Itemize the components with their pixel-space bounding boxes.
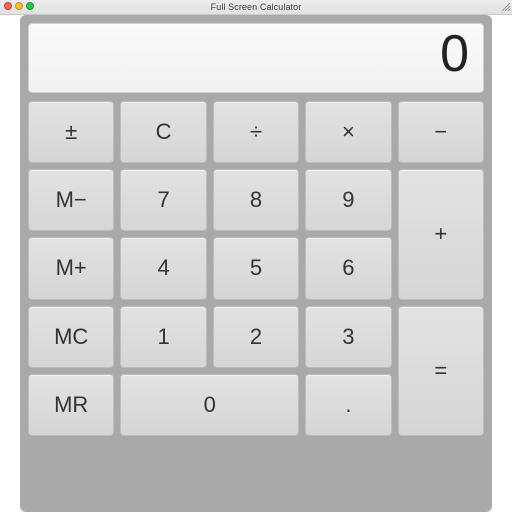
divide-button[interactable]: ÷	[213, 101, 299, 163]
plus-minus-button[interactable]: ±	[28, 101, 114, 163]
display-value: 0	[440, 28, 469, 80]
two-button[interactable]: 2	[213, 306, 299, 368]
eight-button[interactable]: 8	[213, 169, 299, 231]
calculator-body: 0 ± C ÷ × − M− 7 8 9 + M+ 4 5 6 MC 1 2 3…	[20, 15, 492, 512]
multiply-button[interactable]: ×	[305, 101, 391, 163]
minimize-icon[interactable]	[15, 2, 23, 10]
zoom-icon[interactable]	[26, 2, 34, 10]
zero-button[interactable]: 0	[120, 374, 299, 436]
plus-button[interactable]: +	[398, 169, 484, 299]
one-button[interactable]: 1	[120, 306, 206, 368]
calculator-window: Full Screen Calculator 0 ± C ÷ × − M− 7 …	[0, 0, 512, 512]
display: 0	[28, 23, 484, 93]
memory-plus-button[interactable]: M+	[28, 237, 114, 299]
decimal-button[interactable]: .	[305, 374, 391, 436]
resize-grip-icon[interactable]	[502, 3, 510, 11]
memory-minus-button[interactable]: M−	[28, 169, 114, 231]
equals-button[interactable]: =	[398, 306, 484, 436]
clear-button[interactable]: C	[120, 101, 206, 163]
three-button[interactable]: 3	[305, 306, 391, 368]
minus-button[interactable]: −	[398, 101, 484, 163]
close-icon[interactable]	[4, 2, 12, 10]
five-button[interactable]: 5	[213, 237, 299, 299]
memory-clear-button[interactable]: MC	[28, 306, 114, 368]
window-controls	[4, 2, 34, 10]
memory-recall-button[interactable]: MR	[28, 374, 114, 436]
titlebar: Full Screen Calculator	[0, 0, 512, 15]
keypad: ± C ÷ × − M− 7 8 9 + M+ 4 5 6 MC 1 2 3 =…	[28, 101, 484, 504]
six-button[interactable]: 6	[305, 237, 391, 299]
nine-button[interactable]: 9	[305, 169, 391, 231]
window-title: Full Screen Calculator	[211, 2, 302, 12]
four-button[interactable]: 4	[120, 237, 206, 299]
seven-button[interactable]: 7	[120, 169, 206, 231]
